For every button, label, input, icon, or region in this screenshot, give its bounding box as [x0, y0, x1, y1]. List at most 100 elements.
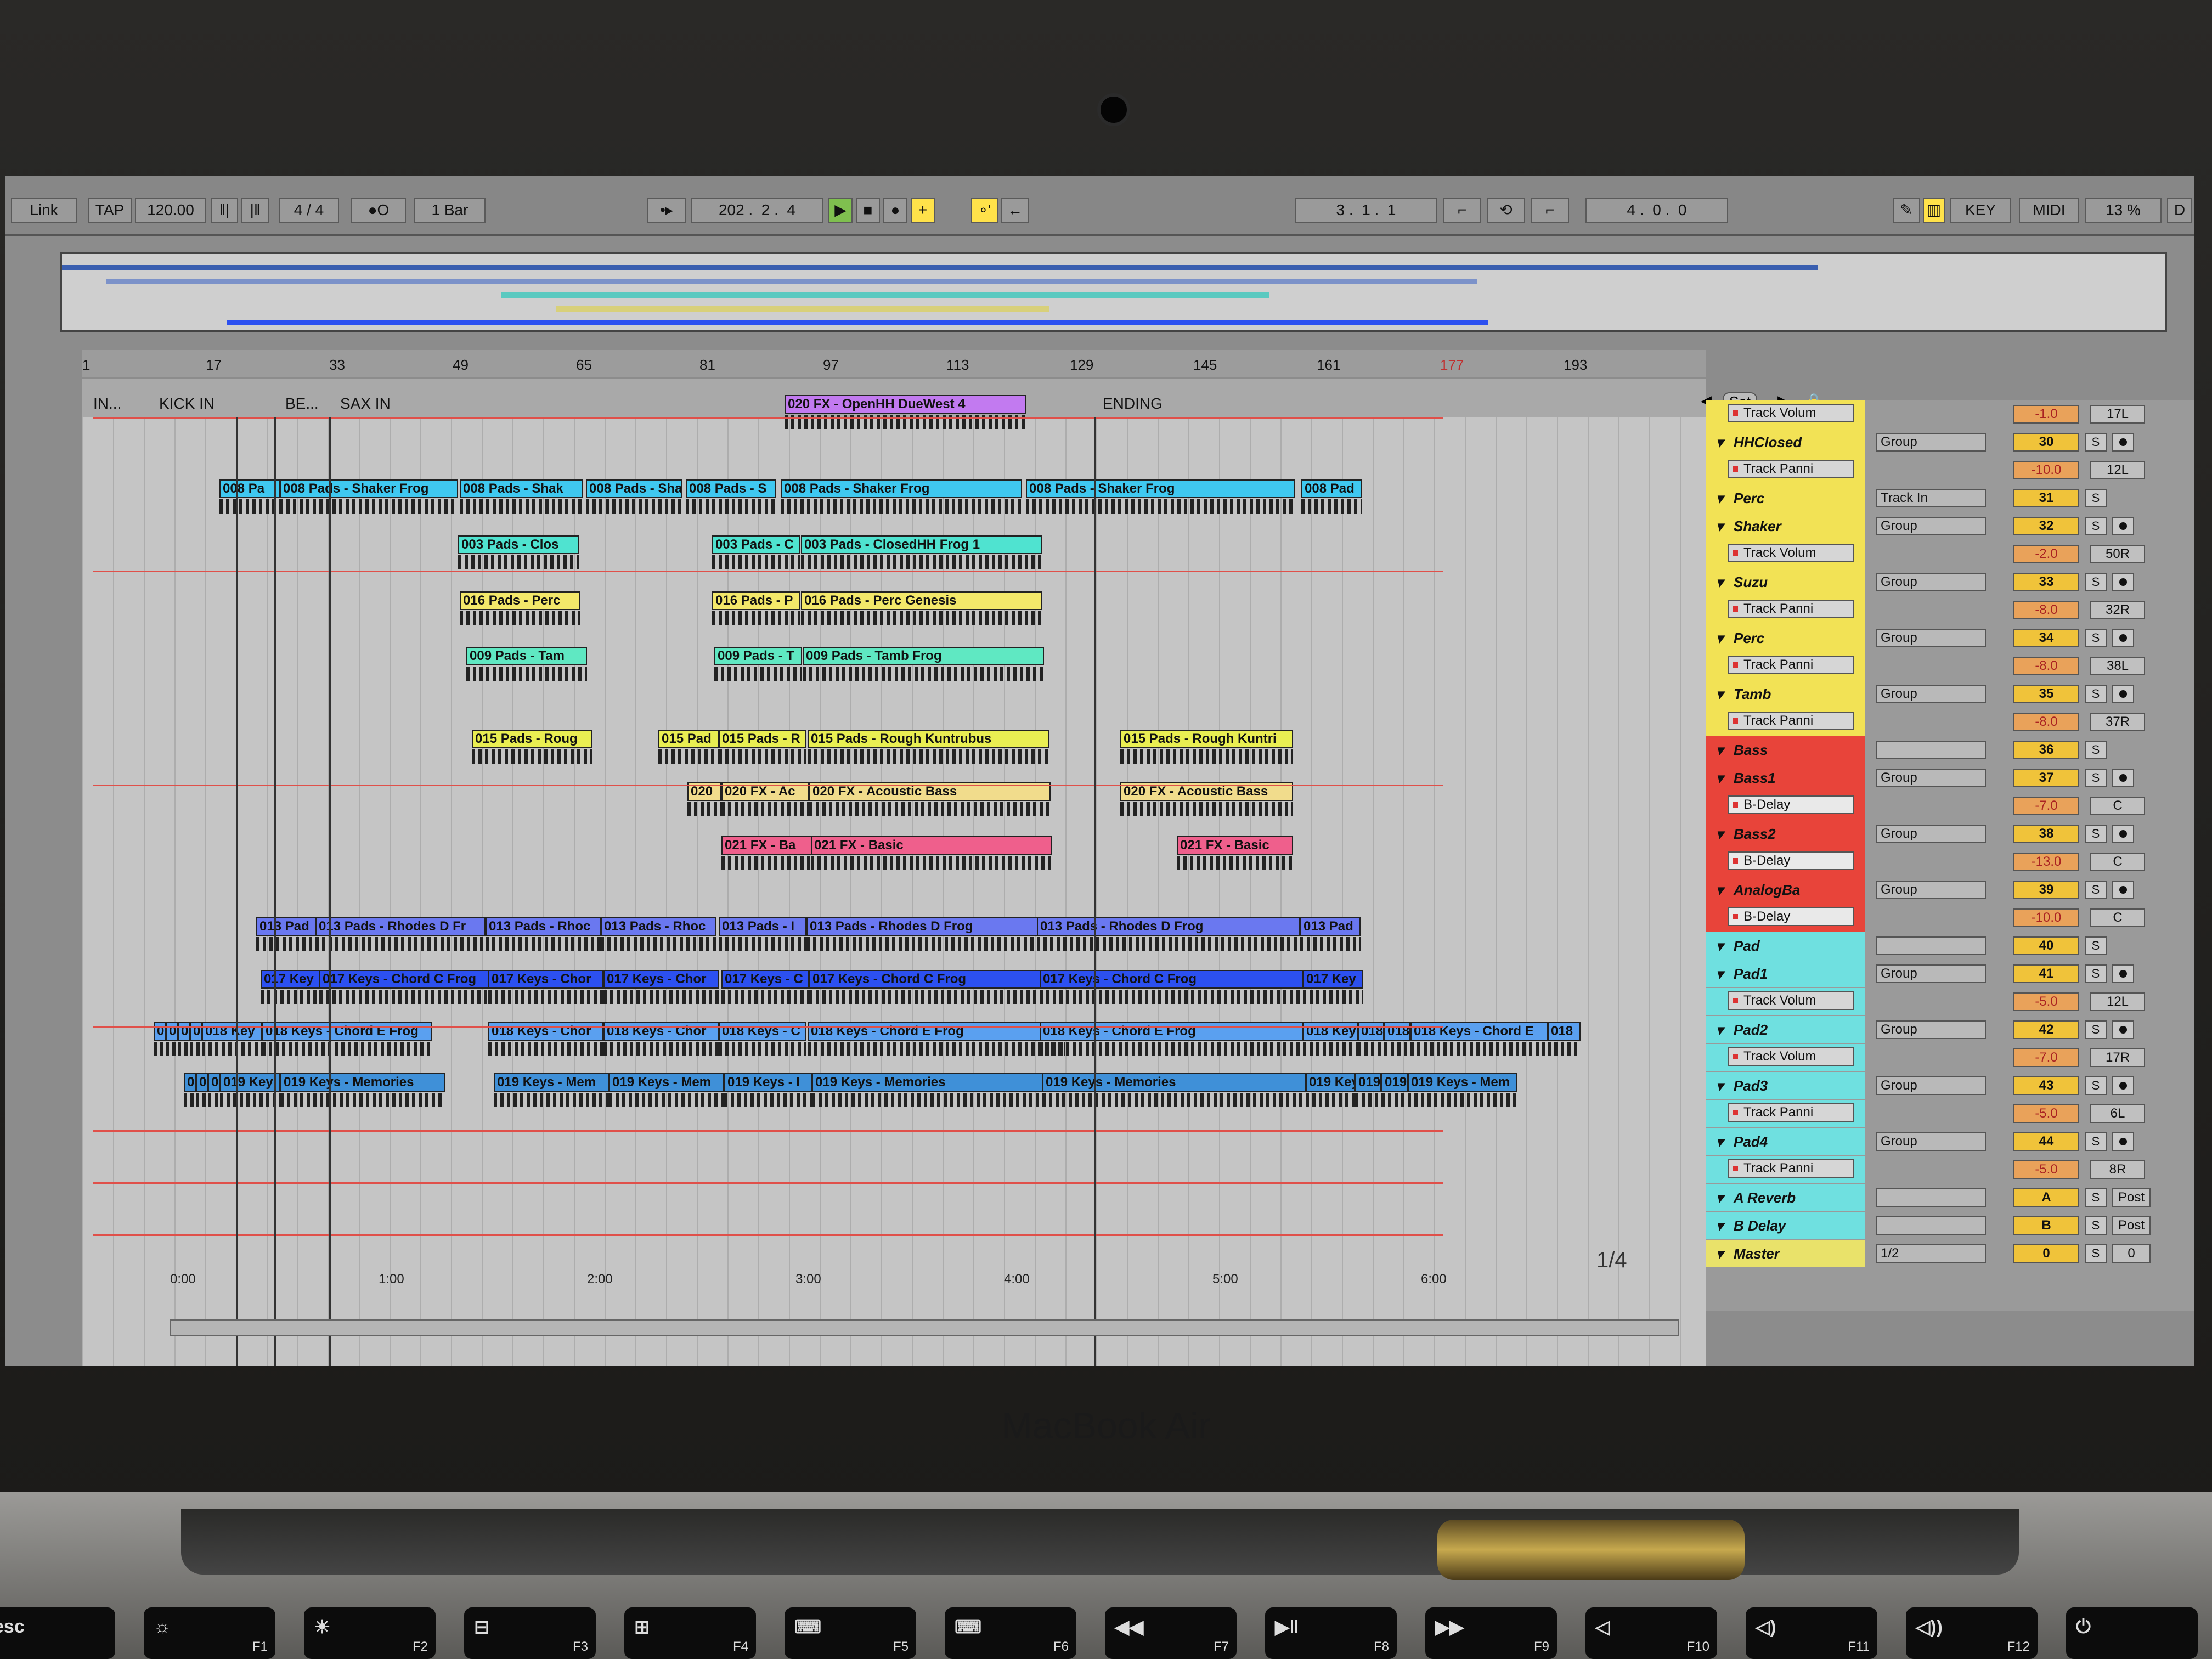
input-routing-dropdown[interactable]: Group [1876, 1076, 1986, 1095]
track-pan[interactable]: 38L [2090, 657, 2145, 675]
track-number[interactable]: 37 [2013, 769, 2079, 787]
track-name[interactable]: Pad4 [1712, 1130, 1827, 1153]
arm-record-button[interactable] [2112, 517, 2134, 535]
arrangement-clip[interactable]: 018 [1548, 1022, 1581, 1041]
locator-in[interactable]: IN... [93, 395, 121, 413]
keyboard-key[interactable]: ⌨ F6 [945, 1607, 1076, 1659]
track-pan[interactable]: C [2090, 909, 2145, 927]
track-volume[interactable]: -5.0 [2013, 992, 2079, 1011]
arrangement-clip[interactable]: 018 Key [202, 1022, 262, 1041]
arm-record-button[interactable] [2112, 1132, 2134, 1151]
solo-button[interactable]: S [2085, 1076, 2107, 1095]
arm-record-button[interactable] [2112, 1020, 2134, 1039]
input-routing-dropdown[interactable]: Group [1876, 881, 1986, 899]
track-volume[interactable]: -8.0 [2013, 713, 2079, 731]
track-pan[interactable]: 32R [2090, 601, 2145, 619]
keyboard-key[interactable]: ⊞ F4 [624, 1607, 756, 1659]
arrangement-view[interactable]: 020 FX - OpenHH DueWest 4 008 Pa 008 Pads … [82, 395, 1706, 1366]
arm-record-button[interactable] [2112, 769, 2134, 787]
punch-in-button[interactable]: ⌐ [1443, 198, 1481, 223]
arrangement-clip[interactable]: 008 Pads - Shaker Frog [280, 479, 458, 498]
song-position[interactable]: 202 . 2 . 4 [691, 198, 823, 223]
send-mode[interactable]: Post [2112, 1216, 2151, 1235]
arrangement-clip[interactable]: 019 Keys - Memories [812, 1073, 1070, 1092]
input-routing-dropdown[interactable]: Group [1876, 517, 1986, 535]
tempo-field[interactable]: 120.00 [135, 198, 206, 223]
input-routing-dropdown[interactable]: Group [1876, 1020, 1986, 1039]
tap-tempo-button[interactable]: TAP [88, 198, 132, 223]
nudge-up-button[interactable]: |‖ [241, 198, 269, 223]
solo-button[interactable]: S [2085, 1020, 2107, 1039]
arrangement-clip[interactable]: 003 Pads - ClosedHH Frog 1 [801, 535, 1042, 554]
arrangement-clip[interactable]: 018 [166, 1022, 178, 1041]
automation-parameter-dropdown[interactable]: Track Panni [1728, 460, 1854, 478]
automation-parameter-dropdown[interactable]: Track Panni [1728, 712, 1854, 730]
arrangement-clip[interactable]: 017 Keys - Chord C Frog [319, 970, 489, 989]
arrangement-clip[interactable]: 015 Pads - Rough Kuntri [1120, 730, 1293, 748]
track-name[interactable]: AnalogBa [1712, 878, 1827, 901]
input-routing-dropdown[interactable] [1876, 1216, 1986, 1235]
keyboard-key[interactable]: ◁)) F12 [1906, 1607, 2038, 1659]
automation-line[interactable] [93, 1130, 1443, 1132]
arrangement-clip[interactable]: 009 Pads - T [714, 647, 802, 665]
arrangement-clip[interactable]: 008 Pads - Shak [586, 479, 682, 498]
keyboard-key[interactable]: ◀◀ F7 [1105, 1607, 1237, 1659]
horizontal-scrollbar[interactable] [170, 1319, 1679, 1336]
track-pan[interactable]: 17R [2090, 1048, 2145, 1067]
track-name[interactable]: A Reverb [1712, 1186, 1827, 1209]
punch-out-button[interactable]: ⌐ [1531, 198, 1569, 223]
send-mode[interactable]: 0 [2112, 1244, 2151, 1263]
track-name[interactable]: Pad1 [1712, 962, 1827, 985]
track-name[interactable]: Tamb [1712, 682, 1827, 706]
quantize-dropdown[interactable]: 1 Bar [414, 198, 486, 223]
input-routing-dropdown[interactable]: Group [1876, 573, 1986, 591]
solo-button[interactable]: S [2085, 936, 2107, 955]
track-number[interactable]: 40 [2013, 936, 2079, 955]
locator-be[interactable]: BE... [285, 395, 319, 413]
track-pan[interactable]: C [2090, 797, 2145, 815]
arrangement-clip[interactable]: 015 Pads - Roug [472, 730, 592, 748]
solo-button[interactable]: S [2085, 433, 2107, 452]
track-number[interactable]: 41 [2013, 964, 2079, 983]
track-number[interactable]: 44 [2013, 1132, 2079, 1151]
track-number[interactable]: 31 [2013, 489, 2079, 507]
track-name[interactable]: Bass [1712, 738, 1827, 761]
input-routing-dropdown[interactable] [1876, 741, 1986, 759]
solo-button[interactable]: S [2085, 517, 2107, 535]
arrangement-clip[interactable]: 019 [1355, 1073, 1381, 1092]
midi-map-button[interactable]: MIDI [2019, 198, 2079, 223]
arrangement-clip[interactable]: 019 [1381, 1073, 1408, 1092]
arrangement-clip[interactable]: 018 Keys - Chor [488, 1022, 603, 1041]
track-pan[interactable]: 17L [2090, 405, 2145, 424]
solo-button[interactable]: S [2085, 769, 2107, 787]
keyboard-key[interactable]: ☼ F1 [144, 1607, 275, 1659]
arrangement-clip[interactable]: 017 Keys - Chord C Frog [809, 970, 1067, 989]
automation-line[interactable] [93, 1234, 1443, 1236]
track-name[interactable]: Perc [1712, 627, 1827, 650]
arrangement-clip[interactable]: 017 Key [1303, 970, 1363, 989]
track-pan[interactable]: 50R [2090, 545, 2145, 563]
input-routing-dropdown[interactable] [1876, 936, 1986, 955]
track-number[interactable]: 36 [2013, 741, 2079, 759]
automation-parameter-dropdown[interactable]: Track Panni [1728, 1103, 1854, 1122]
solo-button[interactable]: S [2085, 1132, 2107, 1151]
arrangement-clip[interactable]: 003 Pads - Clos [458, 535, 579, 554]
track-pan[interactable]: C [2090, 853, 2145, 871]
arrangement-overview[interactable] [60, 252, 2167, 332]
track-volume[interactable]: -7.0 [2013, 797, 2079, 815]
arrangement-clip[interactable]: 008 Pad [1301, 479, 1362, 498]
track-number[interactable]: B [2013, 1216, 2079, 1235]
arrangement-clip[interactable]: 013 Pad [256, 917, 317, 936]
arrangement-clip[interactable]: 018 Keys - C [719, 1022, 806, 1041]
track-pan[interactable]: 12L [2090, 992, 2145, 1011]
keyboard-key[interactable]: ☀ F2 [304, 1607, 436, 1659]
automation-line[interactable] [93, 785, 1443, 786]
track-pan[interactable]: 8R [2090, 1160, 2145, 1179]
track-volume[interactable]: -5.0 [2013, 1160, 2079, 1179]
solo-button[interactable]: S [2085, 881, 2107, 899]
track-name[interactable]: B Delay [1712, 1214, 1827, 1237]
arrangement-clip[interactable]: 015 Pads - R [719, 730, 806, 748]
arrangement-clip[interactable]: 018 [1358, 1022, 1384, 1041]
automation-line[interactable] [93, 571, 1443, 572]
arrangement-clip[interactable]: 017 Keys - C [721, 970, 809, 989]
